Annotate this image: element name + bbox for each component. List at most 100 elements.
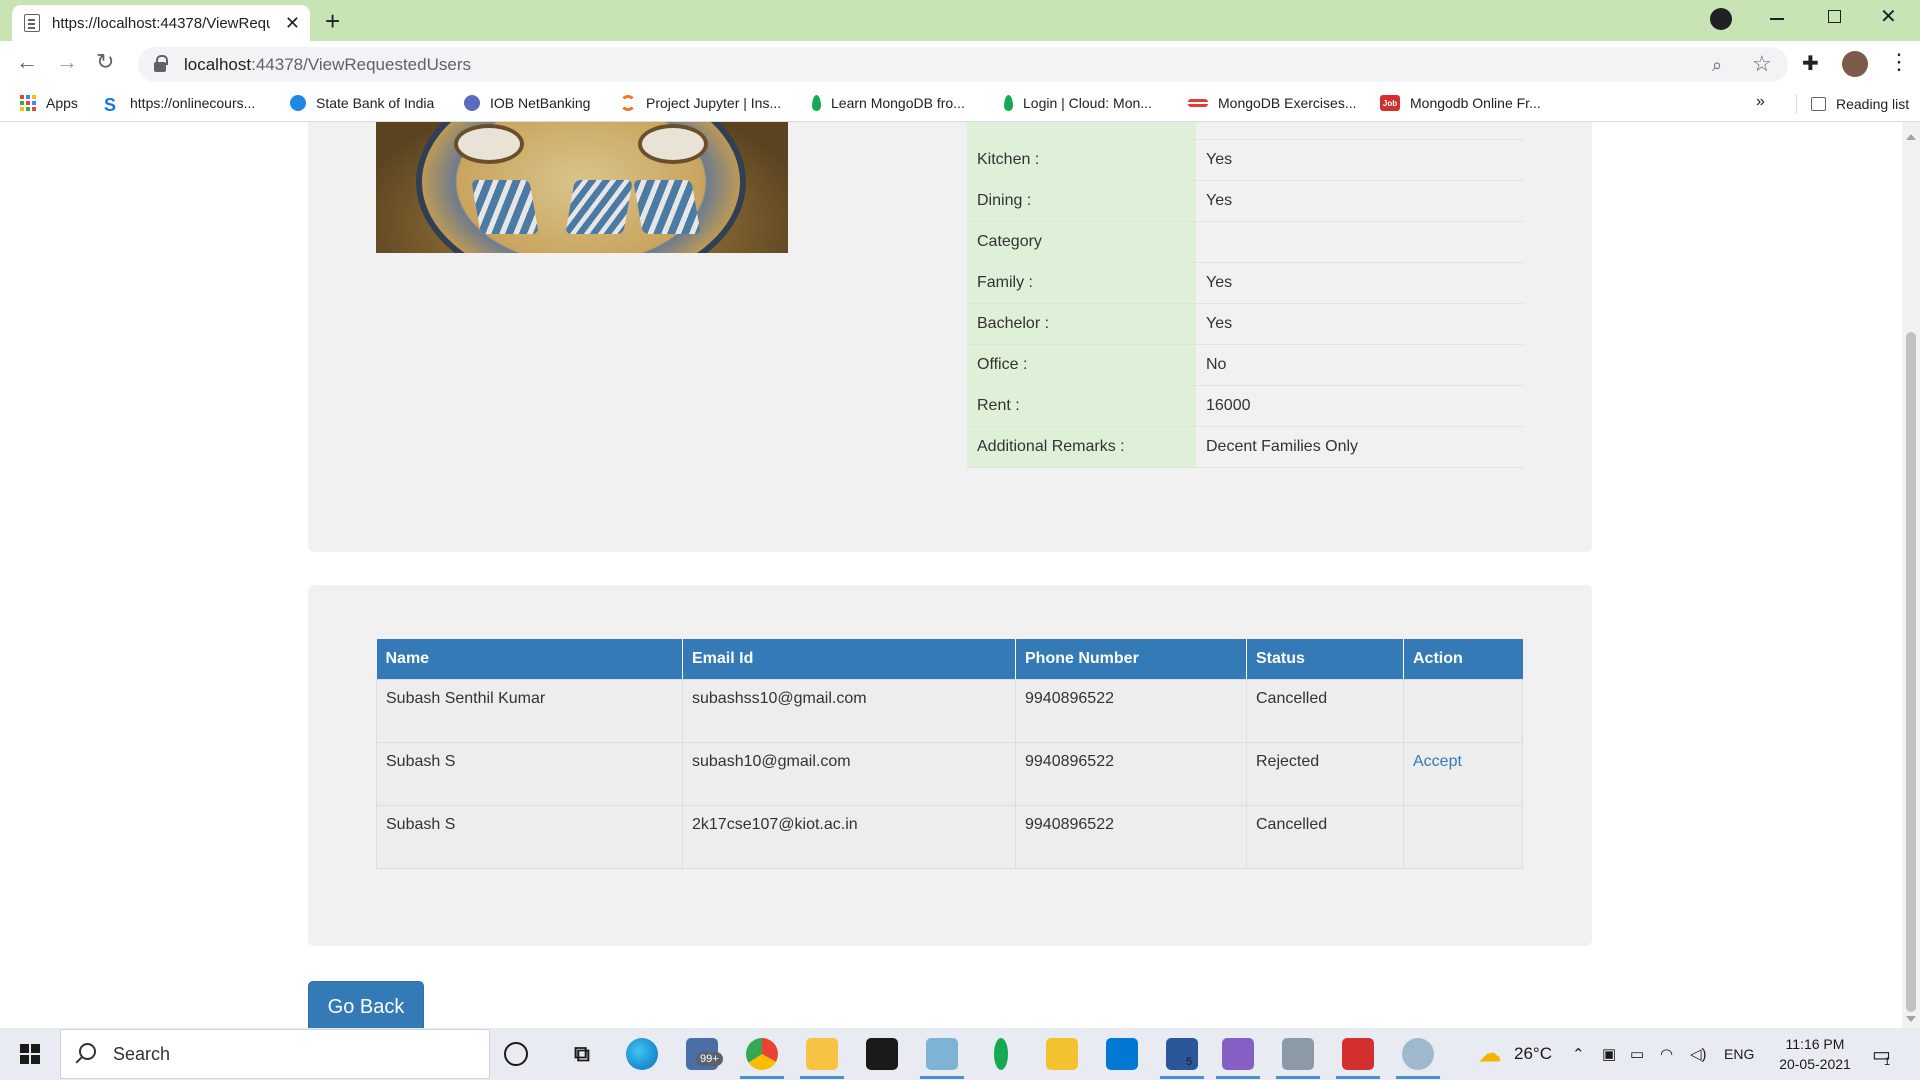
back-icon[interactable]: ← [16, 49, 38, 75]
bookmark-label: Apps [46, 95, 78, 111]
bookmark-apps[interactable]: Apps [20, 95, 78, 111]
scroll-up-icon[interactable] [1906, 134, 1916, 140]
accept-link[interactable]: Accept [1413, 753, 1462, 770]
bookmark-label: Project Jupyter | Ins... [646, 95, 782, 111]
iob-icon [464, 95, 480, 111]
more-bookmarks-icon[interactable]: » [1756, 93, 1765, 111]
temperature[interactable]: 26°C [1514, 1028, 1552, 1080]
apps-grid-icon [20, 95, 36, 111]
cell-status: Rejected [1246, 741, 1404, 806]
terminal-icon[interactable] [866, 1038, 898, 1070]
requested-users-table: Name Email Id Phone Number Status Action… [376, 639, 1523, 869]
device-icon[interactable]: ▣ [1602, 1028, 1616, 1080]
vscode-icon[interactable] [1106, 1038, 1138, 1070]
taskbar-search-placeholder: Search [113, 1043, 171, 1064]
bookmark-mongodb-exercises[interactable]: MongoDB Exercises... [1188, 95, 1357, 111]
profile-dropdown-icon[interactable] [1710, 8, 1732, 30]
address-bar[interactable]: localhost:44378/ViewRequestedUsers [138, 47, 1788, 82]
volume-icon[interactable]: ◁) [1690, 1028, 1707, 1080]
visual-studio-icon[interactable] [1222, 1038, 1254, 1070]
sticky-notes-icon[interactable] [1046, 1038, 1078, 1070]
language-indicator[interactable]: ENG [1724, 1028, 1754, 1080]
bookmark-sbi[interactable]: State Bank of India [290, 95, 434, 111]
bookmark-mongodb-online[interactable]: Job Mongodb Online Fr... [1380, 95, 1541, 111]
detail-value [1196, 221, 1523, 263]
cell-status: Cancelled [1246, 804, 1404, 869]
detail-key: Kitchen : [967, 139, 1196, 181]
acrobat-active-indicator [1336, 1076, 1380, 1079]
detail-row: Family : Yes [967, 262, 1523, 304]
weather-icon[interactable]: ☁ [1474, 1038, 1506, 1070]
file-explorer-icon[interactable] [806, 1038, 838, 1070]
avatar[interactable] [1842, 51, 1868, 77]
settings-app-icon[interactable] [1402, 1038, 1434, 1070]
detail-key: Bedroom : [967, 122, 1196, 140]
menu-icon[interactable]: ⋮ [1888, 49, 1910, 75]
bookmark-onlinecourses[interactable]: S https://onlinecours... [104, 95, 255, 115]
taskbar-search-box[interactable]: Search [60, 1029, 490, 1079]
close-tab-icon[interactable]: ✕ [285, 13, 300, 34]
detail-value: Yes [1196, 262, 1523, 304]
battery-icon[interactable]: ▭ [1630, 1028, 1644, 1080]
bookmark-mongodb-cloud[interactable]: Login | Cloud: Mon... [1004, 95, 1152, 111]
chair-shape [565, 180, 633, 234]
detail-value: No [1196, 344, 1523, 386]
bookmark-jupyter[interactable]: Project Jupyter | Ins... [620, 95, 781, 111]
detail-row: Category [967, 221, 1523, 263]
chevron-up-icon[interactable]: ⌃ [1572, 1028, 1585, 1080]
close-window-icon[interactable]: ✕ [1880, 4, 1897, 29]
column-header-status: Status [1246, 639, 1404, 679]
page-viewport: Bedroom :1 Kitchen :Yes Dining :Yes Cate… [0, 122, 1902, 1028]
chrome-icon[interactable] [746, 1038, 778, 1070]
cell-name: Subash S [376, 741, 683, 806]
property-details-table: Bedroom :1 Kitchen :Yes Dining :Yes Cate… [967, 122, 1523, 468]
zoom-icon[interactable]: ⌕ [1712, 55, 1722, 76]
cortana-icon[interactable] [504, 1042, 528, 1066]
tool-icon[interactable] [1282, 1038, 1314, 1070]
scroll-thumb[interactable] [1906, 332, 1916, 1012]
browser-tab[interactable]: https://localhost:44378/ViewRequ ✕ [12, 5, 310, 41]
files-active-indicator [1160, 1076, 1204, 1079]
bookmark-iob[interactable]: IOB NetBanking [464, 95, 590, 111]
notification-icon[interactable]: ▭ [1872, 1028, 1891, 1080]
restore-icon[interactable] [1828, 10, 1841, 23]
url-path: :44378/ViewRequestedUsers [251, 54, 471, 74]
windows-start-icon[interactable] [20, 1044, 40, 1064]
edge-icon[interactable] [626, 1038, 658, 1070]
extensions-icon[interactable]: ✚ [1802, 51, 1819, 76]
acrobat-icon[interactable] [1342, 1038, 1374, 1070]
cell-action [1403, 678, 1523, 743]
windows-taskbar: Search ⧉ 99+ 5 ☁ 26°C ⌃ ▣ ▭ ◠ ◁) ENG 11:… [0, 1028, 1920, 1080]
bookmark-star-icon[interactable]: ☆ [1752, 51, 1772, 77]
bookmark-learn-mongodb[interactable]: Learn MongoDB fro... [812, 95, 965, 111]
detail-key: Rent : [967, 385, 1196, 427]
tool-active-indicator [1276, 1076, 1320, 1079]
new-tab-button[interactable]: + [325, 6, 340, 37]
chair-shape [471, 180, 539, 234]
go-back-button[interactable]: Go Back [308, 981, 424, 1028]
page-scrollbar[interactable] [1902, 122, 1920, 1028]
detail-key: Dining : [967, 180, 1196, 222]
cell-email: subashss10@gmail.com [682, 678, 1016, 743]
app-active-indicator [920, 1076, 964, 1079]
cell-action [1403, 804, 1523, 869]
mongodb-compass-icon[interactable] [994, 1038, 1008, 1070]
task-view-icon[interactable]: ⧉ [566, 1038, 598, 1070]
cell-phone: 9940896522 [1015, 741, 1247, 806]
system-clock[interactable]: 11:16 PM 20-05-2021 [1770, 1034, 1860, 1074]
chair-shape [633, 180, 701, 234]
files-icon[interactable] [1166, 1038, 1198, 1070]
wifi-icon[interactable]: ◠ [1660, 1028, 1673, 1080]
detail-key: Office : [967, 344, 1196, 386]
forward-icon[interactable]: → [56, 49, 78, 75]
settings-active-indicator [1396, 1076, 1440, 1079]
reading-list-button[interactable]: Reading list [1796, 94, 1909, 114]
reload-icon[interactable]: ↻ [96, 49, 114, 75]
app-icon[interactable] [926, 1038, 958, 1070]
detail-row: Dining : Yes [967, 180, 1523, 222]
minimize-icon[interactable] [1770, 18, 1784, 20]
scroll-down-icon[interactable] [1906, 1016, 1916, 1022]
files-badge: 5 [1186, 1056, 1193, 1068]
detail-row: Bachelor : Yes [967, 303, 1523, 345]
lock-icon[interactable] [154, 54, 168, 72]
